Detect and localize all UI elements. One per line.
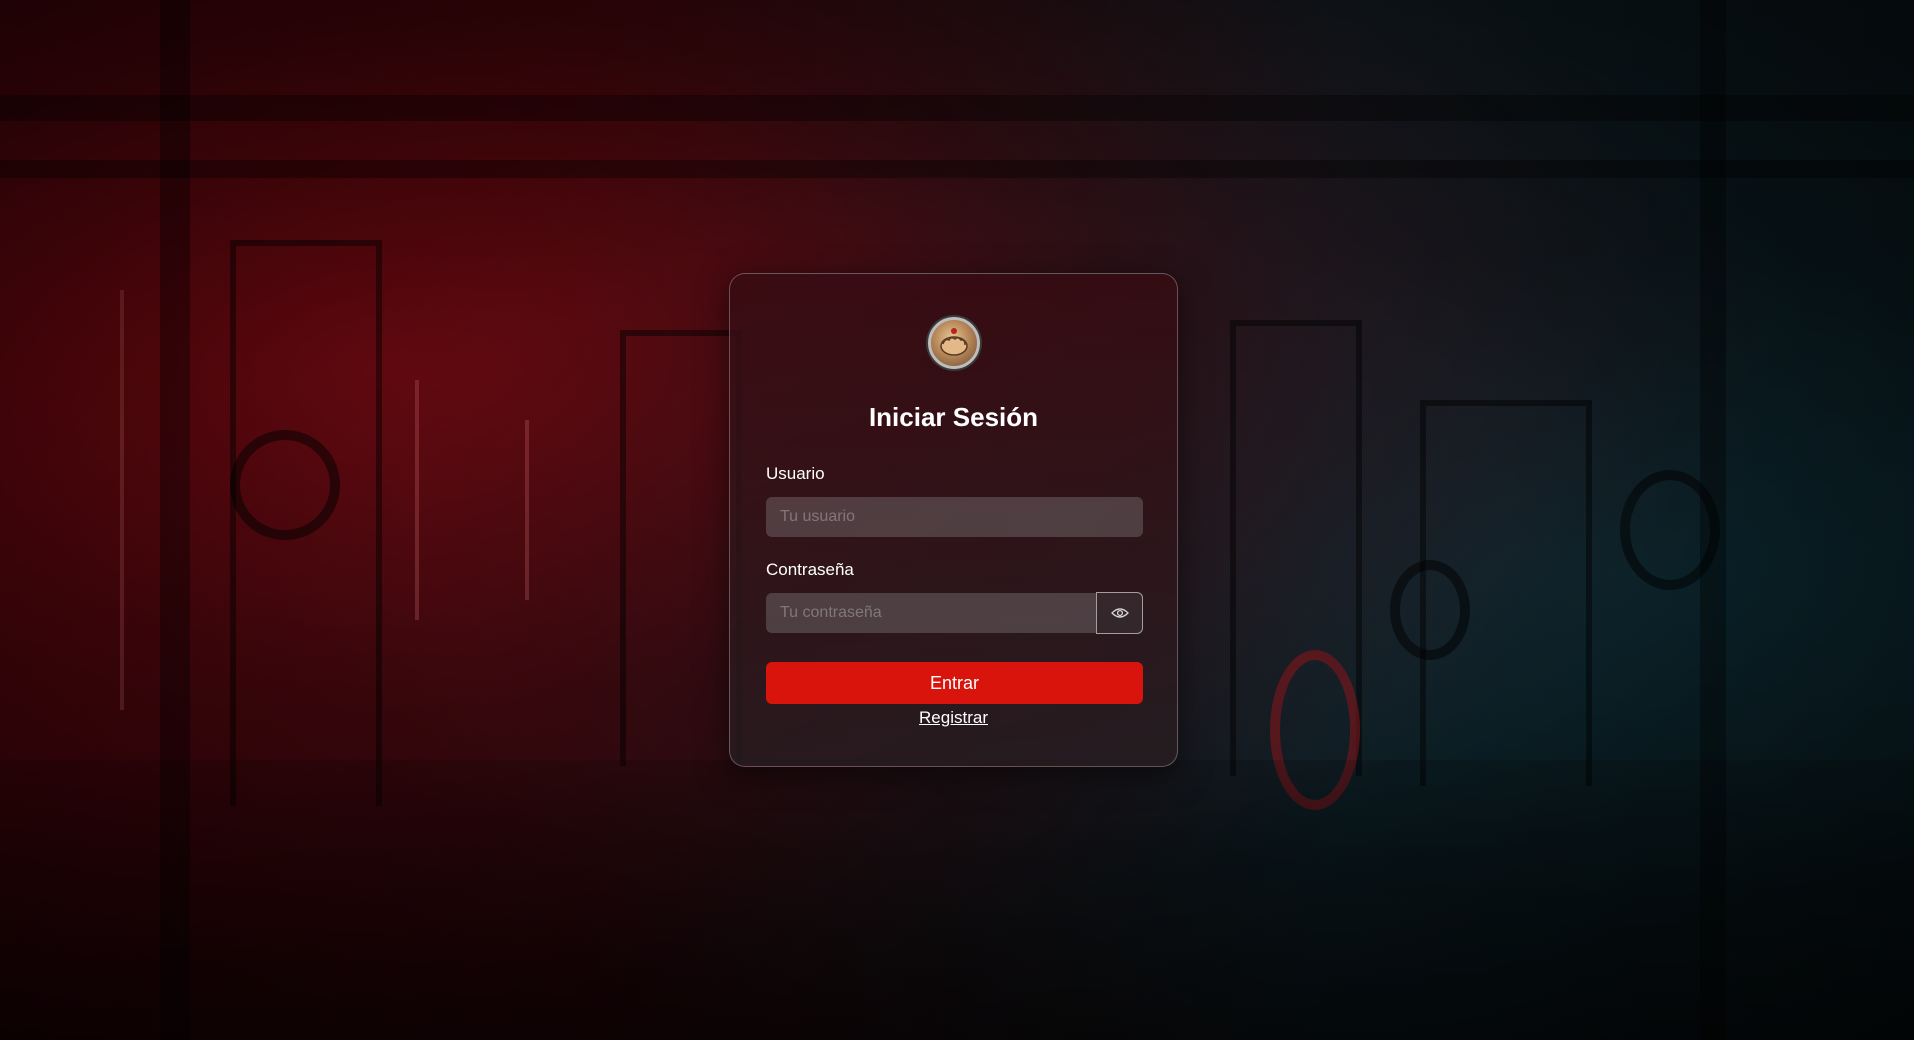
login-submit-button[interactable]: Entrar	[766, 662, 1143, 704]
fist-logo-icon	[928, 317, 980, 369]
eye-icon	[1110, 608, 1129, 618]
username-label: Usuario	[766, 464, 825, 483]
password-label: Contraseña	[766, 560, 854, 579]
register-link[interactable]: Registrar	[730, 708, 1177, 728]
username-input[interactable]	[766, 497, 1143, 537]
page-title: Iniciar Sesión	[868, 402, 1039, 432]
toggle-password-button[interactable]	[1096, 592, 1143, 634]
login-card: Iniciar Sesión Usuario Contraseña Entrar…	[729, 273, 1178, 767]
password-input[interactable]	[766, 593, 1096, 633]
